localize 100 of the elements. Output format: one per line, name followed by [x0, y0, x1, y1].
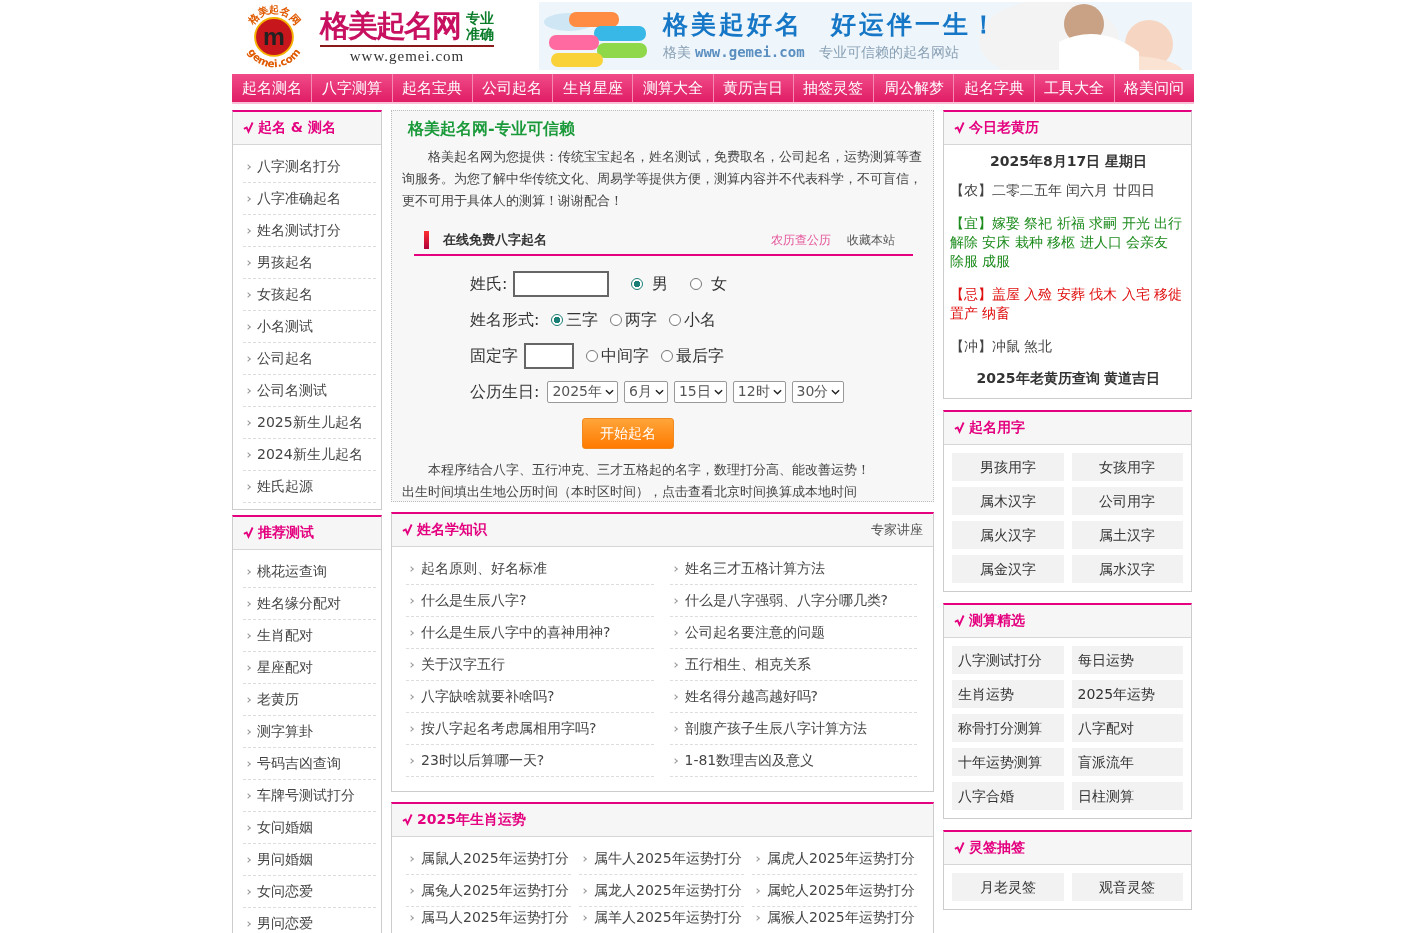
article-link[interactable]: 什么是生辰八字中的喜神用神?	[421, 623, 611, 642]
link-button[interactable]: 每日运势	[1071, 646, 1183, 674]
side-link[interactable]: 生肖配对	[257, 626, 313, 645]
article-link[interactable]: 属鼠人2025年运势打分	[421, 849, 569, 868]
section-link[interactable]: 专家讲座	[871, 521, 923, 539]
article-link[interactable]: 剖腹产孩子生辰八字计算方法	[684, 719, 867, 738]
side-link[interactable]: 公司名测试	[257, 381, 327, 400]
link-button[interactable]: 女孩用字	[1071, 453, 1183, 481]
link-button[interactable]: 十年运势测算	[952, 748, 1064, 776]
link-button[interactable]: 月老灵签	[952, 873, 1064, 901]
nav-link[interactable]: 抽签灵签	[792, 74, 873, 102]
radio-button[interactable]	[586, 350, 598, 362]
side-link[interactable]: 老黄历	[257, 690, 299, 709]
article-link[interactable]: 23时以后算哪一天?	[421, 751, 545, 770]
side-link[interactable]: 2024新生儿起名	[257, 445, 363, 464]
dropdown[interactable]: 12时	[732, 381, 786, 403]
side-link[interactable]: 八字测名打分	[257, 157, 341, 176]
link-button[interactable]: 男孩用字	[952, 453, 1064, 481]
article-link[interactable]: 1-81数理吉凶及意义	[684, 751, 815, 770]
nav-link[interactable]: 生肖星座	[552, 74, 633, 102]
link-button[interactable]: 日柱测算	[1071, 782, 1183, 810]
link-button[interactable]: 生肖运势	[952, 680, 1064, 708]
article-link[interactable]: 关于汉字五行	[421, 655, 505, 674]
link-button[interactable]: 属火汉字	[952, 521, 1064, 549]
radio-button[interactable]	[690, 278, 703, 290]
side-link[interactable]: 男问恋爱	[257, 914, 313, 933]
nav-link[interactable]: 测算大全	[632, 74, 713, 102]
side-link[interactable]: 小名测试	[257, 317, 313, 336]
side-link[interactable]: 姓名缘分配对	[257, 594, 341, 613]
link-button[interactable]: 八字测试打分	[952, 646, 1064, 674]
link-button[interactable]: 属木汉字	[952, 487, 1064, 515]
side-link[interactable]: 男问婚姻	[257, 850, 313, 869]
nav-link[interactable]: 周公解梦	[873, 74, 954, 102]
side-link[interactable]: 女问恋爱	[257, 882, 313, 901]
nav-link[interactable]: 格美问问	[1113, 74, 1194, 102]
form-link[interactable]: 收藏本站	[847, 231, 895, 249]
article-link[interactable]: 公司起名要注意的问题	[684, 623, 825, 642]
almanac-link[interactable]: 2025年老黄历查询 黄道吉日	[950, 370, 1187, 388]
radio-button[interactable]	[551, 314, 564, 326]
radio-button[interactable]	[669, 314, 682, 326]
nav-link[interactable]: 起名字典	[953, 74, 1034, 102]
article-link[interactable]: 什么是八字强弱、八字分哪几类?	[684, 591, 888, 610]
link-button[interactable]: 公司用字	[1071, 487, 1183, 515]
article-link[interactable]: 五行相生、相克关系	[684, 655, 811, 674]
side-link[interactable]: 公司起名	[257, 349, 313, 368]
link-button[interactable]: 盲派流年	[1071, 748, 1183, 776]
link-button[interactable]: 属金汉字	[952, 555, 1064, 583]
dropdown[interactable]: 30分	[791, 381, 845, 403]
side-link[interactable]: 姓氏起源	[257, 477, 313, 496]
side-link[interactable]: 测字算卦	[257, 722, 313, 741]
form-title: 在线免费八字起名	[443, 231, 547, 249]
link-button[interactable]: 八字配对	[1071, 714, 1183, 742]
article-link[interactable]: 属虎人2025年运势打分	[767, 849, 915, 868]
side-link[interactable]: 女问婚姻	[257, 818, 313, 837]
side-link[interactable]: 车牌号测试打分	[257, 786, 355, 805]
link-button[interactable]: 称骨打分测算	[952, 714, 1064, 742]
article-link[interactable]: 姓名得分越高越好吗?	[684, 687, 818, 706]
link-button[interactable]: 属土汉字	[1071, 521, 1183, 549]
radio-button[interactable]	[661, 350, 673, 362]
dropdown[interactable]: 2025年	[547, 381, 619, 403]
side-link[interactable]: 号码吉凶查询	[257, 754, 341, 773]
side-link[interactable]: 女孩起名	[257, 285, 313, 304]
article-link[interactable]: 姓名三才五格计算方法	[684, 559, 825, 578]
article-link[interactable]: 属马人2025年运势打分	[421, 909, 569, 927]
input-field[interactable]	[524, 343, 574, 369]
link-button[interactable]: 八字合婚	[952, 782, 1064, 810]
nav-link[interactable]: 八字测算	[311, 74, 392, 102]
side-link[interactable]: 2025新生儿起名	[257, 413, 363, 432]
side-link[interactable]: 姓名测试打分	[257, 221, 341, 240]
input-field[interactable]	[513, 271, 610, 297]
nav-link[interactable]: 起名测名	[232, 74, 312, 102]
option-label: 两字	[625, 309, 658, 331]
link-button[interactable]: 观音灵签	[1071, 873, 1183, 901]
nav-link[interactable]: 工具大全	[1033, 74, 1114, 102]
article-link[interactable]: 起名原则、好名标准	[421, 559, 547, 578]
link-button[interactable]: 2025年运势	[1071, 680, 1183, 708]
side-link[interactable]: 星座配对	[257, 658, 313, 677]
side-link[interactable]: 桃花运查询	[257, 562, 327, 581]
article-link[interactable]: 属猴人2025年运势打分	[767, 909, 915, 927]
article-link[interactable]: 八字缺啥就要补啥吗?	[421, 687, 555, 706]
section-title: 测算精选	[969, 612, 1025, 630]
article-link[interactable]: 什么是生辰八字?	[421, 591, 527, 610]
article-link[interactable]: 属兔人2025年运势打分	[421, 881, 569, 900]
dropdown[interactable]: 6月	[624, 381, 668, 403]
article-link[interactable]: 属龙人2025年运势打分	[594, 881, 742, 900]
side-link[interactable]: 八字准确起名	[257, 189, 341, 208]
article-link[interactable]: 属蛇人2025年运势打分	[767, 881, 915, 900]
nav-link[interactable]: 黄历吉日	[712, 74, 793, 102]
radio-button[interactable]	[610, 314, 623, 326]
article-link[interactable]: 属羊人2025年运势打分	[594, 909, 742, 927]
radio-button[interactable]	[631, 278, 644, 290]
dropdown[interactable]: 15日	[673, 381, 727, 403]
note-text: 出生时间填出生地公历时间（本时区时间），点击查看北京时间换算成本地时间	[402, 483, 858, 501]
article-link[interactable]: 按八字起名考虑属相用字吗?	[421, 719, 597, 738]
nav-link[interactable]: 起名宝典	[391, 74, 472, 102]
nav-link[interactable]: 公司起名	[471, 74, 552, 102]
side-link[interactable]: 男孩起名	[257, 253, 313, 272]
intro-title: 格美起名网-专业可信赖	[408, 119, 576, 140]
article-link[interactable]: 属牛人2025年运势打分	[594, 849, 742, 868]
link-button[interactable]: 属水汉字	[1071, 555, 1183, 583]
